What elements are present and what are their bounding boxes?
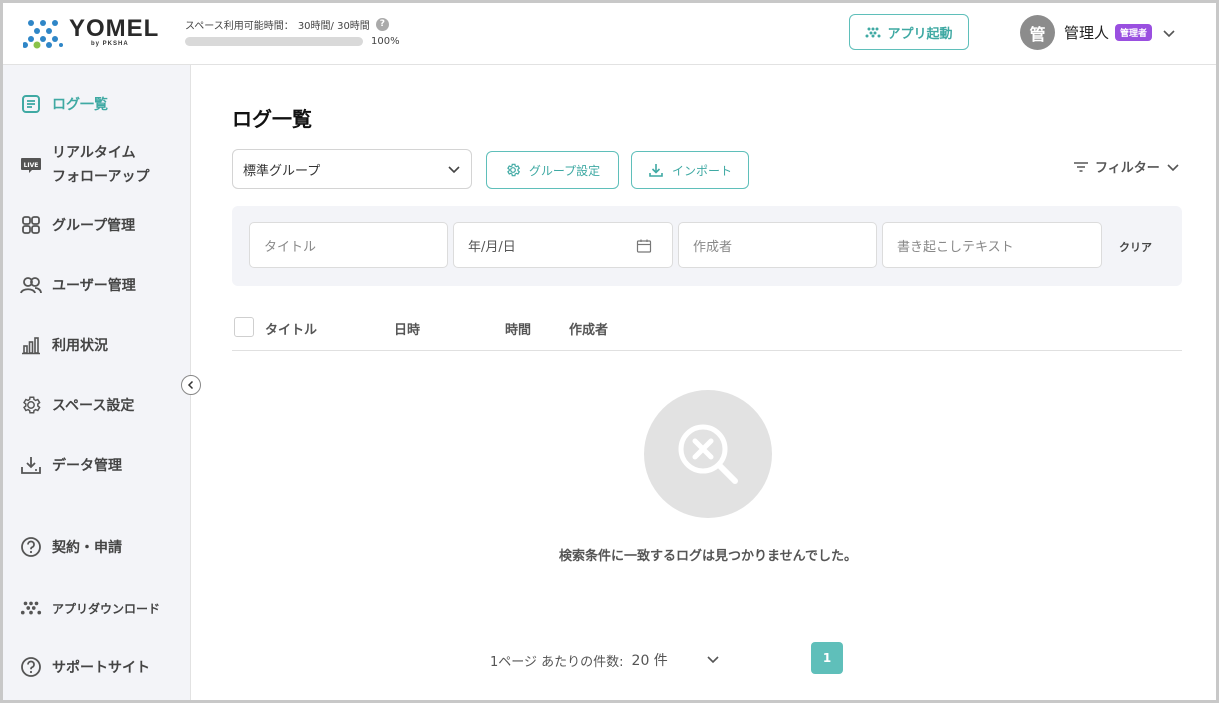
sidebar-item-label-line2: フォローアップ xyxy=(52,169,150,185)
sidebar-item-label: グループ管理 xyxy=(52,218,136,234)
per-page-label: 1ページ あたりの件数: xyxy=(490,654,624,670)
per-page-value: 20 件 xyxy=(631,653,668,669)
chevron-down-icon xyxy=(1167,163,1179,171)
users-icon xyxy=(20,274,42,296)
sidebar-item-users[interactable]: ユーザー管理 xyxy=(20,274,136,296)
table-header: タイトル 日時 時間 作成者 xyxy=(232,311,1182,351)
import-button[interactable]: インポート xyxy=(631,151,749,189)
group-settings-button[interactable]: グループ設定 xyxy=(486,151,619,189)
usage-meter: スペース利用可能時間： 30時間/ 30時間 ? 100% xyxy=(185,17,415,47)
filter-icon xyxy=(1074,161,1088,172)
sidebar-item-label: スペース設定 xyxy=(52,398,135,414)
usage-progress-bar xyxy=(185,37,363,46)
sidebar: ログ一覧 LIVE リアルタイム フォローアップ グループ管理 ユーザー管理 利… xyxy=(3,65,201,700)
logo-mark-icon xyxy=(23,20,63,49)
bar-chart-icon xyxy=(20,334,42,356)
sidebar-item-label: ユーザー管理 xyxy=(52,278,136,294)
download-icon xyxy=(649,164,663,177)
page-title: ログ一覧 xyxy=(232,107,312,131)
filter-panel: タイトル 年/月/日 作成者 書き起こしテキスト クリア xyxy=(232,206,1182,286)
group-select-value: 標準グループ xyxy=(243,163,321,179)
filter-label: フィルター xyxy=(1095,161,1160,176)
chevron-down-icon xyxy=(1163,29,1175,37)
group-select[interactable]: 標準グループ xyxy=(232,149,472,189)
sidebar-item-app-download[interactable]: アプリダウンロード xyxy=(20,597,160,619)
date-filter-placeholder: 年/月/日 xyxy=(468,239,516,255)
sidebar-item-data[interactable]: データ管理 xyxy=(20,454,122,476)
svg-text:LIVE: LIVE xyxy=(24,162,39,169)
author-filter-placeholder: 作成者 xyxy=(693,239,733,255)
live-icon: LIVE xyxy=(20,154,42,176)
date-filter-input[interactable]: 年/月/日 xyxy=(453,222,673,268)
filter-toggle[interactable]: フィルター xyxy=(1073,157,1180,176)
sidebar-item-contract[interactable]: 契約・申請 xyxy=(20,536,122,558)
select-all-checkbox[interactable] xyxy=(234,317,254,337)
sidebar-item-label: ログ一覧 xyxy=(52,97,108,113)
per-page-select[interactable]: 1ページ あたりの件数: 20 件 xyxy=(490,650,668,670)
chevron-down-icon[interactable] xyxy=(706,652,720,666)
title-filter-input[interactable]: タイトル xyxy=(249,222,448,268)
launch-app-label: アプリ起動 xyxy=(887,26,953,42)
app-logo-icon xyxy=(865,27,881,38)
sidebar-item-usage[interactable]: 利用状況 xyxy=(20,334,108,356)
usage-progress-fill xyxy=(185,37,363,46)
import-label: インポート xyxy=(671,163,732,178)
transcript-filter-input[interactable]: 書き起こしテキスト xyxy=(882,222,1102,268)
avatar: 管 xyxy=(1020,15,1055,50)
sidebar-item-support[interactable]: サポートサイト xyxy=(20,656,150,678)
column-header-datetime[interactable]: 日時 xyxy=(394,319,420,338)
role-badge: 管理者 xyxy=(1115,24,1153,41)
log-list-icon xyxy=(20,93,42,115)
user-name: 管理人 xyxy=(1064,24,1110,42)
author-filter-input[interactable]: 作成者 xyxy=(678,222,877,268)
usage-label: スペース利用可能時間： xyxy=(185,21,294,32)
chevron-down-icon xyxy=(448,166,460,174)
gear-icon xyxy=(20,394,42,416)
usage-value: 30時間/ 30時間 xyxy=(297,21,370,32)
sidebar-item-label: リアルタイム xyxy=(52,145,136,161)
empty-state-illustration xyxy=(644,390,772,518)
logo-text: YOMEL xyxy=(69,15,160,42)
top-header: YOMEL by PKSHA スペース利用可能時間： 30時間/ 30時間 ? … xyxy=(3,3,1216,65)
sidebar-collapse-button[interactable] xyxy=(181,375,201,395)
main-content: ログ一覧 標準グループ グループ設定 インポート フィルター タイトル 年/月/… xyxy=(192,65,1216,700)
sidebar-item-logs[interactable]: ログ一覧 xyxy=(20,93,108,115)
clear-filters-button[interactable]: クリア xyxy=(1119,239,1152,255)
user-menu[interactable]: 管 管理人 管理者 xyxy=(1020,15,1176,50)
sidebar-item-realtime[interactable]: LIVE リアルタイム フォローアップ xyxy=(20,141,149,189)
yomel-logo[interactable]: YOMEL by PKSHA xyxy=(23,15,163,51)
column-header-duration[interactable]: 時間 xyxy=(505,319,531,338)
sidebar-item-groups[interactable]: グループ管理 xyxy=(20,214,135,236)
title-filter-placeholder: タイトル xyxy=(264,239,317,255)
group-settings-label: グループ設定 xyxy=(528,163,601,178)
gear-icon xyxy=(507,163,520,177)
usage-percent: 100% xyxy=(371,36,400,47)
column-header-author[interactable]: 作成者 xyxy=(569,319,608,338)
sidebar-item-label: 契約・申請 xyxy=(52,540,122,556)
logo-subtext: by PKSHA xyxy=(91,41,129,47)
launch-app-button[interactable]: アプリ起動 xyxy=(849,14,969,50)
sidebar-item-label: データ管理 xyxy=(52,458,122,474)
help-icon[interactable]: ? xyxy=(375,18,389,31)
chevron-left-icon xyxy=(187,380,194,390)
sidebar-item-label: アプリダウンロード xyxy=(52,601,161,616)
sidebar-item-label: サポートサイト xyxy=(52,660,150,676)
page-button-current[interactable]: 1 xyxy=(811,642,843,674)
search-no-results-icon xyxy=(678,424,738,484)
app-logo-icon xyxy=(20,597,42,619)
empty-state-message: 検索条件に一致するログは見つかりませんでした。 xyxy=(559,549,857,564)
column-header-title[interactable]: タイトル xyxy=(265,319,317,338)
sidebar-item-space-settings[interactable]: スペース設定 xyxy=(20,394,134,416)
sidebar-item-label: 利用状況 xyxy=(52,338,108,354)
question-circle-icon xyxy=(20,536,42,558)
question-circle-icon xyxy=(20,656,42,678)
download-tray-icon xyxy=(20,454,42,476)
calendar-icon[interactable] xyxy=(636,238,652,254)
grid-icon xyxy=(20,214,42,236)
app-window: YOMEL by PKSHA スペース利用可能時間： 30時間/ 30時間 ? … xyxy=(0,0,1219,703)
transcript-filter-placeholder: 書き起こしテキスト xyxy=(897,239,1014,255)
